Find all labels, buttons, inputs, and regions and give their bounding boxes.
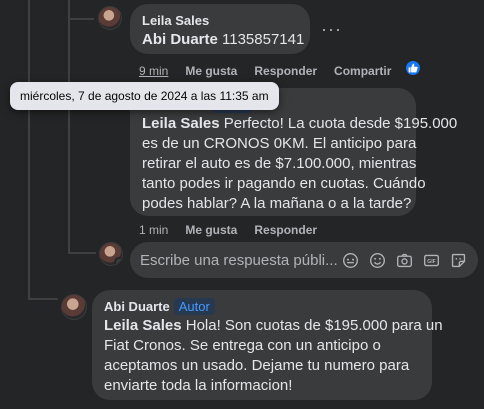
- svg-text:GIF: GIF: [427, 259, 436, 265]
- like-reaction-icon[interactable]: [404, 59, 422, 77]
- emoji-icon[interactable]: [368, 251, 387, 270]
- reply-placeholder[interactable]: Escribe una respuesta públi...: [140, 252, 341, 269]
- avatar[interactable]: [61, 294, 87, 320]
- avatar[interactable]: [99, 242, 123, 266]
- camera-icon[interactable]: [395, 251, 414, 270]
- comment-text: Leila Sales Perfecto! La cuota desde $19…: [142, 115, 458, 212]
- chevron-down-icon[interactable]: [114, 257, 122, 265]
- comment-actions: 1 min Me gusta Responder: [139, 222, 317, 238]
- more-options-icon[interactable]: ···: [321, 19, 342, 40]
- sticker-icon[interactable]: [449, 251, 468, 270]
- comment-bubble: Abi Duarte Autor Leila Sales Hola! Son cu…: [92, 290, 443, 400]
- like-button[interactable]: Me gusta: [185, 222, 237, 238]
- avatar[interactable]: [98, 6, 122, 30]
- thread-line: [28, 298, 58, 300]
- author-badge: Autor: [173, 298, 215, 315]
- gif-icon[interactable]: GIF: [422, 251, 441, 270]
- thread-line: [28, 0, 30, 300]
- mention-link[interactable]: Leila Sales: [142, 115, 220, 132]
- mention-link[interactable]: Leila Sales: [104, 317, 182, 334]
- comment-text: Leila Sales Hola! Son cuotas de $195.000…: [104, 317, 443, 394]
- comment-author[interactable]: Leila Sales: [142, 12, 209, 29]
- share-button[interactable]: Compartir: [334, 63, 391, 79]
- reply-button[interactable]: Responder: [254, 63, 317, 79]
- like-button[interactable]: Me gusta: [185, 63, 237, 79]
- comment-bubble: Leila Sales Abi Duarte 1135857141: [130, 4, 310, 54]
- reply-tools: GIF: [341, 251, 468, 270]
- comment-author[interactable]: Abi Duarte: [104, 298, 170, 315]
- comment-timestamp[interactable]: 1 min: [139, 222, 168, 238]
- timestamp-tooltip: miércoles, 7 de agosto de 2024 a las 11:…: [10, 82, 279, 110]
- thread-line: [68, 18, 94, 20]
- avatar-sticker-icon[interactable]: [341, 251, 360, 270]
- reply-button[interactable]: Responder: [254, 222, 317, 238]
- comment-thread: Leila Sales Abi Duarte 1135857141 ··· 9 …: [0, 0, 484, 409]
- comment-actions: 9 min Me gusta Responder Compartir: [139, 63, 391, 79]
- mention-link[interactable]: Abi Duarte: [142, 31, 218, 48]
- thread-line: [68, 252, 96, 254]
- thread-line: [68, 0, 70, 254]
- comment-text: Abi Duarte 1135857141: [142, 31, 305, 48]
- reply-input[interactable]: Escribe una respuesta públi... GIF: [130, 242, 478, 278]
- comment-timestamp[interactable]: 9 min: [139, 63, 168, 79]
